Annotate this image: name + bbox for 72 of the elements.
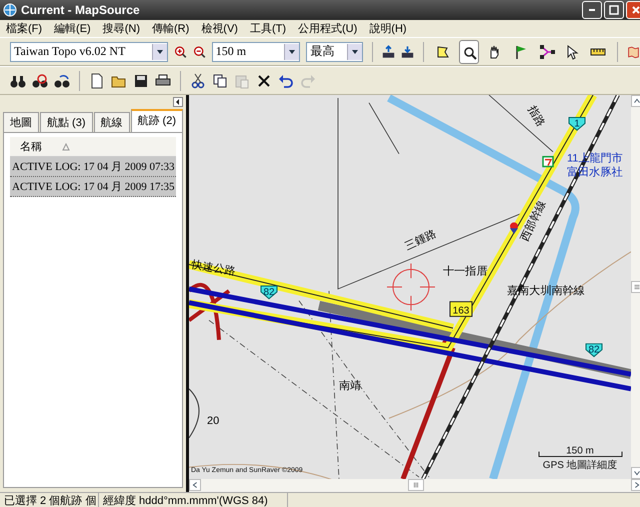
undo-icon[interactable] [278,72,294,88]
dropdown-caret-icon [284,44,300,60]
detail-dropdown[interactable]: 最高 [306,42,364,62]
store-icon [542,156,554,168]
new-file-icon[interactable] [89,72,105,88]
route-shield: 82 [586,343,602,358]
window-title: Current - MapSource [21,3,141,17]
collapse-button[interactable] [173,97,183,107]
map-label: 南靖 [339,380,362,392]
zoom-out-icon[interactable] [192,44,206,60]
map-label: 十一指厝 [443,265,488,278]
upload-icon[interactable] [382,44,396,60]
save-icon[interactable] [133,72,149,88]
menu-item[interactable]: 搜尋(N) [102,21,140,36]
scroll-left-icon[interactable] [189,479,201,491]
track-row[interactable]: ACTIVE LOG: 17 04 月 2009 07:33 [10,157,176,177]
status-text: 已選擇 2 個航跡 個 [0,492,99,507]
menu-item[interactable]: 傳輸(R) [152,21,190,36]
map-product-dropdown[interactable]: Taiwan Topo v6.02 NT [10,42,168,62]
menu-item[interactable]: 工具(T) [250,21,286,36]
close-icon [631,5,640,15]
scroll-thumb-icon[interactable] [631,281,640,293]
tab[interactable]: 航跡 (2) [130,109,183,132]
map-label: 快速公路 [190,258,236,278]
scale-bar: 150 m [538,446,622,457]
printer-icon[interactable] [155,72,171,88]
map-label: 20 [207,415,220,428]
maximize-icon [609,5,619,15]
scroll-thumb-icon[interactable] [408,479,424,491]
gas-station-icon [510,222,518,234]
menu-item[interactable]: 說明(H) [369,21,407,36]
route-shield: 1 [568,117,586,131]
find-next-icon[interactable] [54,72,70,88]
column-header[interactable]: 名稱 [10,137,176,157]
scroll-down-icon[interactable] [631,467,640,479]
zoom-in-icon[interactable] [174,44,187,60]
download-icon[interactable] [401,44,414,60]
scissors-icon[interactable] [190,72,206,88]
route-shield: 163 [450,301,472,317]
dropdown-caret-icon [152,44,167,60]
track-row[interactable]: ACTIVE LOG: 17 04 月 2009 17:35 [10,177,176,197]
minimize-icon [589,9,595,11]
map-label: 西部幹線 [518,198,549,244]
tab[interactable]: 地圖 [3,112,39,132]
map-icon[interactable] [627,44,640,60]
scroll-up-icon[interactable] [631,95,640,107]
route-shield: 82 [260,286,278,300]
horizontal-scrollbar[interactable] [189,479,640,492]
menu-item[interactable]: 檢視(V) [201,21,238,36]
delete-icon[interactable] [256,72,272,88]
menu-item[interactable]: 公用程式(U) [298,21,358,36]
find-crosshair-icon[interactable] [32,72,48,88]
close-button[interactable] [626,1,640,19]
status-text: 經緯度 hddd°mm.mmm'(WGS 84) [99,492,288,507]
detail-label: GPS 地圖詳細度 [542,460,618,472]
tab[interactable]: 航點 (3) [40,112,92,132]
menu-item[interactable]: 編輯(E) [54,21,91,36]
copy-icon[interactable] [212,72,228,88]
zoom-tool-icon[interactable] [458,40,479,64]
scroll-right-icon[interactable] [631,479,640,491]
maximize-button[interactable] [604,1,624,19]
vertical-scrollbar[interactable] [631,95,640,479]
dropdown-caret-icon [347,44,362,60]
map-label: 三鍾路 [403,228,438,252]
sort-arrow-icon [62,142,70,150]
globe-icon [3,3,17,17]
menu-item[interactable]: 檔案(F) [6,21,42,36]
map-label: 指路 [525,104,547,130]
tab[interactable]: 航線 [94,112,130,132]
zoom-scale-dropdown[interactable]: 150 m [212,42,300,62]
crosshair-icon [386,263,436,311]
minimize-button[interactable] [582,1,602,19]
